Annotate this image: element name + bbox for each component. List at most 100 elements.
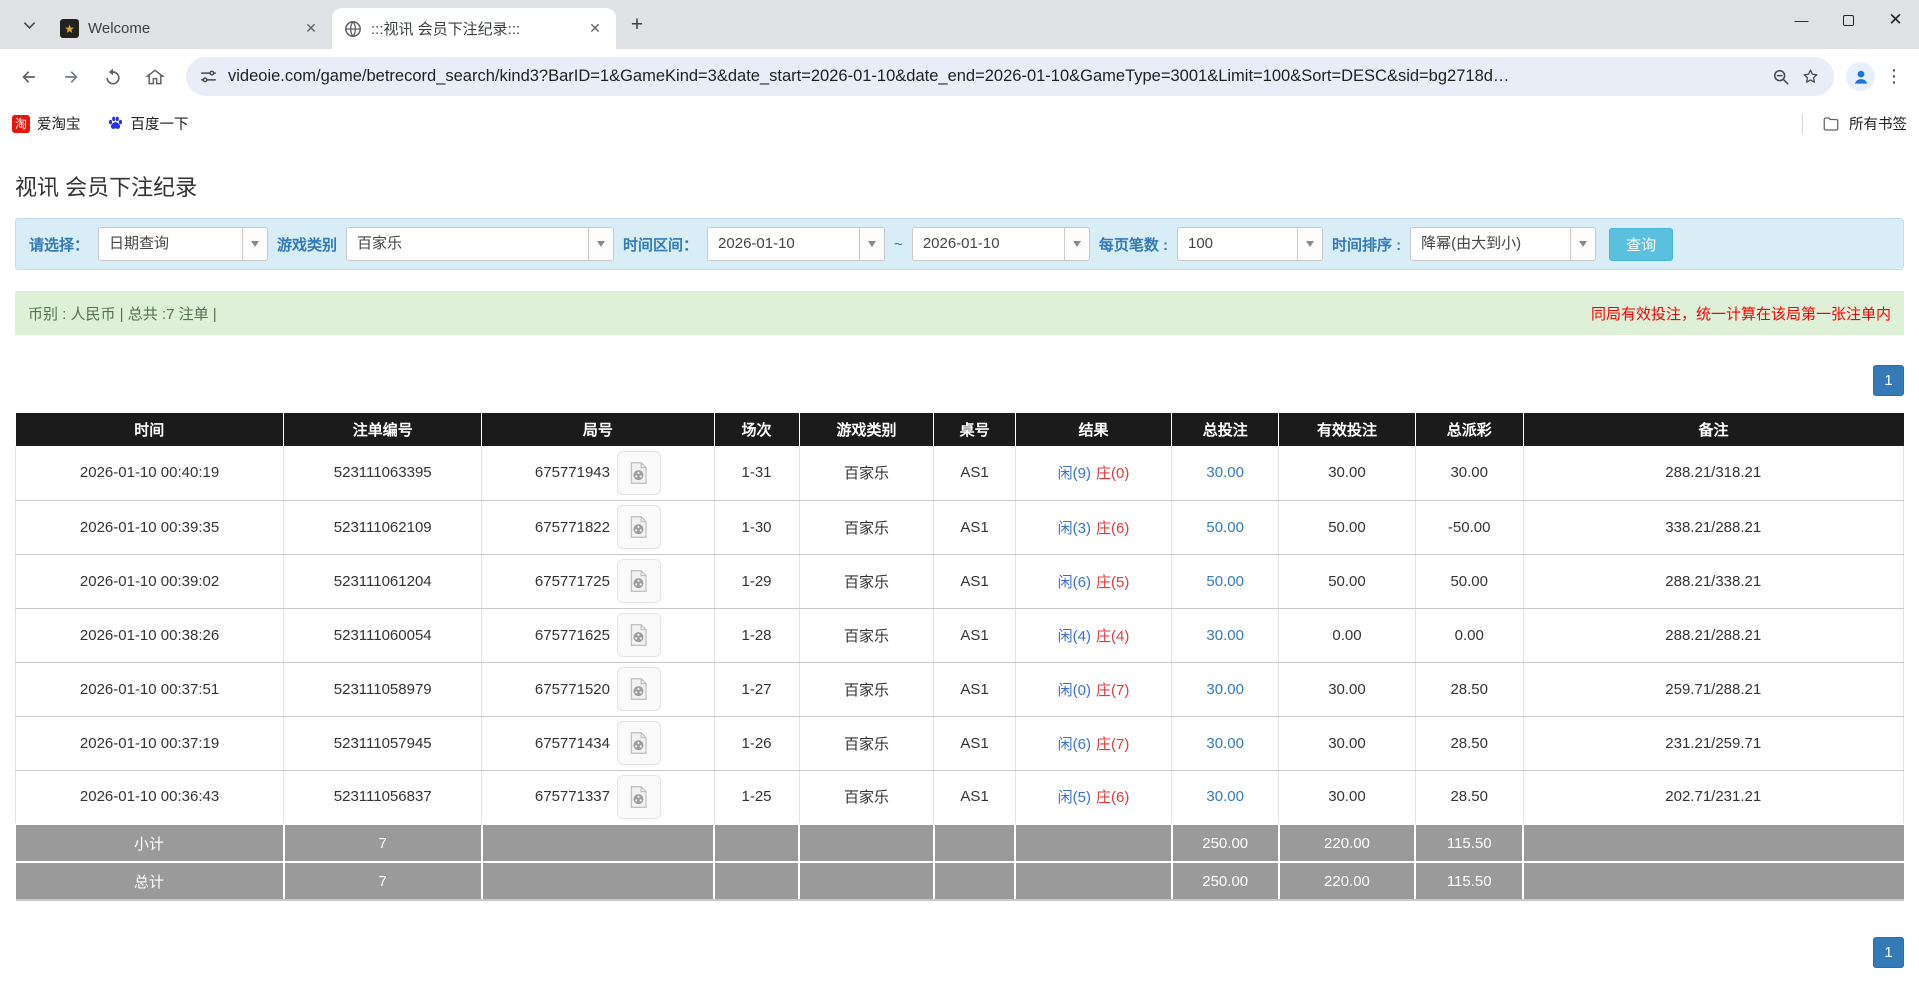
welcome-tab-favicon-icon: ★ [60,19,79,38]
cell-game-kind: 百家乐 [799,608,934,662]
date-start-dropdown[interactable]: 2026-01-10 [707,227,885,261]
cell-round: 675771725 [482,554,714,608]
reload-icon[interactable] [94,58,132,96]
video-replay-button[interactable] [617,721,661,765]
cell-valid-bet: 30.00 [1279,716,1416,770]
total-bet-link[interactable]: 50.00 [1206,573,1244,590]
bookmark-baidu[interactable]: 百度一下 [107,113,189,134]
close-tab-icon[interactable]: ✕ [302,20,320,38]
total-bet-link[interactable]: 30.00 [1206,788,1244,805]
chevron-down-icon[interactable] [242,228,267,260]
video-replay-button[interactable] [617,505,661,549]
query-type-dropdown[interactable]: 日期查询 [98,227,268,261]
page-title: 视讯 会员下注纪录 [15,170,1904,202]
video-replay-button[interactable] [617,613,661,657]
result-player: 闲(5) [1058,789,1091,806]
site-info-tune-icon[interactable] [200,68,217,85]
close-window-icon[interactable]: ✕ [1872,0,1919,40]
bookmark-star-icon[interactable] [1801,67,1820,86]
chevron-down-icon[interactable] [859,228,884,260]
result-banker: 庄(7) [1096,736,1129,753]
page-size-dropdown[interactable]: 100 [1177,227,1323,261]
tab-search-chevron-icon[interactable] [14,10,44,40]
chevron-down-icon[interactable] [1570,228,1595,260]
cell-time: 2026-01-10 00:38:26 [16,608,284,662]
forward-icon[interactable] [52,58,90,96]
tab-title: Welcome [88,20,293,37]
back-icon[interactable] [10,58,48,96]
maximize-icon[interactable] [1825,0,1872,40]
column-header-8: 有效投注 [1279,413,1416,446]
cell-note: 288.21/338.21 [1523,554,1903,608]
total-bet-link[interactable]: 30.00 [1206,627,1244,644]
cell-note: 202.71/231.21 [1523,770,1903,824]
select-type-label: 请选择： [29,234,89,255]
close-tab-icon[interactable]: ✕ [586,20,604,38]
cell-result: 闲(9)庄(0) [1015,446,1172,500]
date-end-dropdown[interactable]: 2026-01-10 [912,227,1090,261]
bookmark-aitaobao[interactable]: 淘 爱淘宝 [12,113,81,134]
pagination-top: 1 [15,365,1904,396]
summary-cell-1: 7 [284,862,482,900]
all-bookmarks-button[interactable]: 所有书签 [1849,113,1907,134]
summary-cell-2 [482,862,714,900]
round-number: 675771625 [535,627,610,644]
summary-cell-9: 115.50 [1415,824,1523,862]
browser-menu-kebab-icon[interactable]: ⋮ [1879,58,1909,96]
home-icon[interactable] [136,58,174,96]
cell-note: 288.21/288.21 [1523,608,1903,662]
video-replay-button[interactable] [617,559,661,603]
table-row: 2026-01-10 00:37:19523111057945675771434… [16,716,1904,770]
round-number: 675771725 [535,573,610,590]
result-banker: 庄(6) [1096,789,1129,806]
game-kind-dropdown[interactable]: 百家乐 [346,227,614,261]
chevron-down-icon[interactable] [1064,228,1089,260]
time-sort-dropdown[interactable]: 降幂(由大到小) [1410,227,1596,261]
result-player: 闲(6) [1058,574,1091,591]
new-tab-button[interactable]: + [622,10,652,40]
summary-cell-6 [1015,862,1172,900]
page-1-button[interactable]: 1 [1873,937,1904,968]
total-bet-link[interactable]: 50.00 [1206,519,1244,536]
profile-avatar[interactable] [1846,62,1875,91]
cell-game-kind: 百家乐 [799,716,934,770]
folder-icon [1822,115,1840,133]
bookmark-label: 百度一下 [131,113,189,134]
video-replay-button[interactable] [617,667,661,711]
result-banker: 庄(5) [1096,574,1129,591]
round-number: 675771434 [535,735,610,752]
tab-welcome[interactable]: ★ Welcome ✕ [48,8,332,49]
video-replay-button[interactable] [617,775,661,819]
video-replay-button[interactable] [617,451,661,495]
table-header-row: 时间注单编号局号场次游戏类别桌号结果总投注有效投注总派彩备注 [16,413,1904,446]
cell-time: 2026-01-10 00:40:19 [16,446,284,500]
cell-time: 2026-01-10 00:39:35 [16,500,284,554]
result-player: 闲(0) [1058,682,1091,699]
minimize-icon[interactable]: — [1778,0,1825,40]
chevron-down-icon[interactable] [1297,228,1322,260]
total-bet-link[interactable]: 30.00 [1206,735,1244,752]
total-bet-link[interactable]: 30.00 [1206,464,1244,481]
cell-valid-bet: 30.00 [1279,446,1416,500]
summary-cell-8: 220.00 [1279,824,1416,862]
cell-note: 338.21/288.21 [1523,500,1903,554]
cell-bet-id: 523111056837 [284,770,482,824]
cell-valid-bet: 50.00 [1279,554,1416,608]
url-text[interactable]: videoie.com/game/betrecord_search/kind3?… [228,67,1761,86]
total-bet-link[interactable]: 30.00 [1206,681,1244,698]
chevron-down-icon[interactable] [588,228,613,260]
pagination-bottom: 1 [15,937,1904,968]
cell-payout: 30.00 [1415,446,1523,500]
cell-game-kind: 百家乐 [799,446,934,500]
url-bar[interactable]: videoie.com/game/betrecord_search/kind3?… [186,57,1834,96]
page-1-button[interactable]: 1 [1873,365,1904,396]
search-button[interactable]: 查询 [1609,228,1673,261]
zoom-magnifier-icon[interactable] [1772,68,1790,86]
cell-valid-bet: 30.00 [1279,770,1416,824]
tab-betrecord[interactable]: :::视讯 会员下注纪录::: ✕ [332,8,616,49]
column-header-3: 场次 [714,413,799,446]
result-banker: 庄(0) [1096,465,1129,482]
cell-round: 675771337 [482,770,714,824]
table-row: 2026-01-10 00:37:51523111058979675771520… [16,662,1904,716]
cell-total-bet: 30.00 [1172,608,1279,662]
